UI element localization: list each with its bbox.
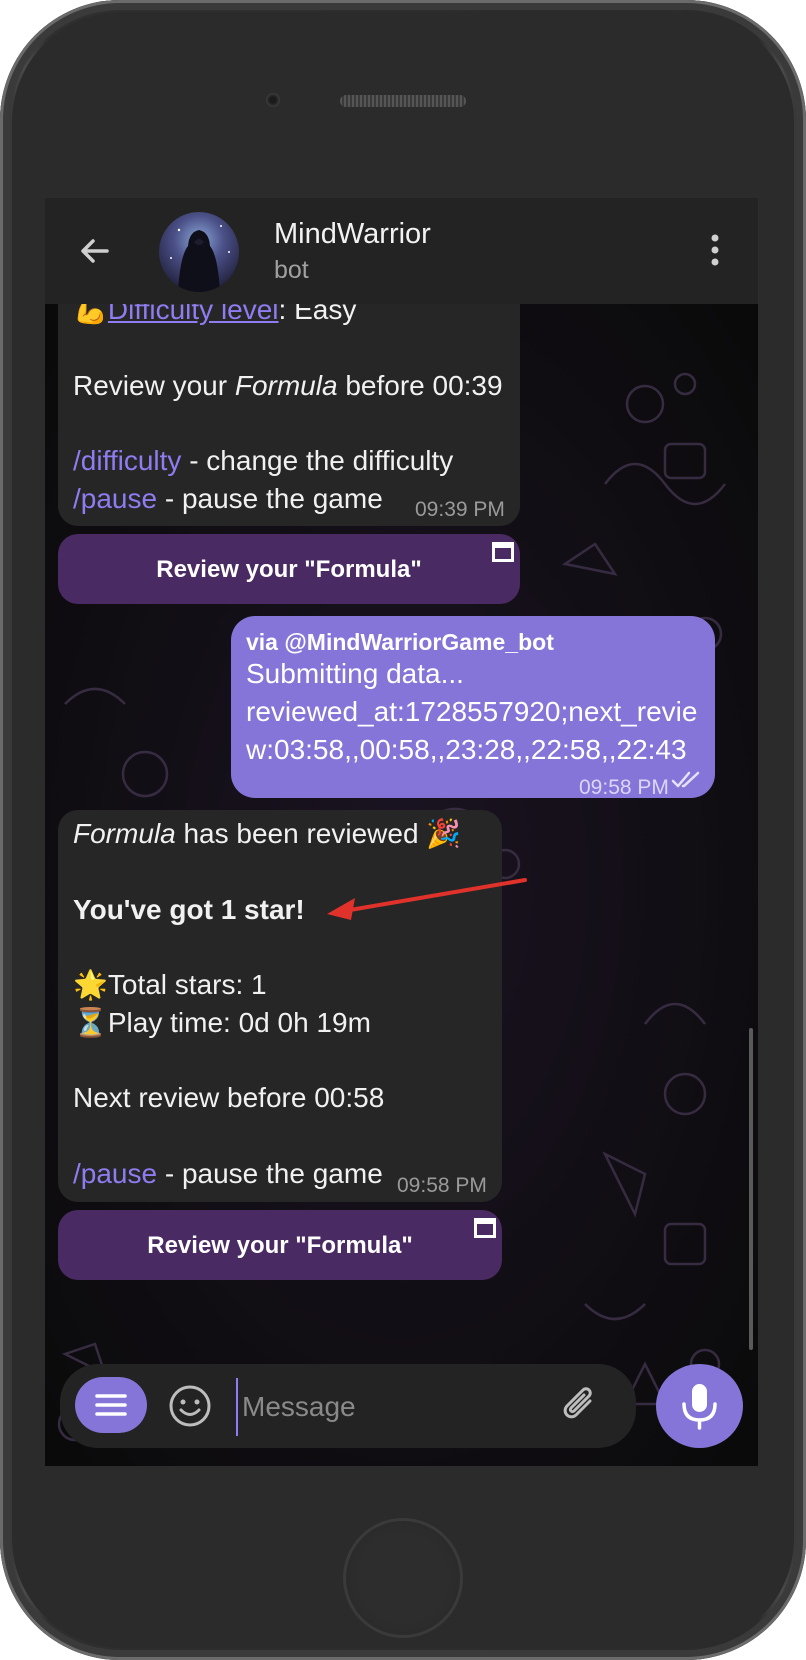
pause-command-line-2: /pause - pause the game xyxy=(73,1154,383,1194)
bot-menu-button[interactable] xyxy=(75,1377,147,1433)
formula-italic-2: Formula xyxy=(73,818,176,849)
back-arrow-icon[interactable] xyxy=(75,231,115,271)
open-webapp-icon xyxy=(492,542,514,562)
party-popper-emoji: 🎉 xyxy=(426,818,462,849)
review-formula-button-label-2: Review your "Formula" xyxy=(147,1232,413,1259)
review-suffix: before 00:39 xyxy=(337,370,503,401)
more-options-icon[interactable] xyxy=(695,230,735,270)
composer-bar xyxy=(60,1364,636,1448)
reviewed-text: has been reviewed xyxy=(175,818,427,849)
phone-frame: MindWarrior bot 💪Difficulty level: Easy … xyxy=(0,0,806,1660)
smiley-icon[interactable] xyxy=(168,1384,212,1428)
difficulty-command-link[interactable]: /difficulty xyxy=(73,445,181,476)
message-input[interactable] xyxy=(236,1378,544,1436)
total-stars-text: Total stars: 1 xyxy=(107,969,267,1000)
stars-heading: You've got 1 star! xyxy=(73,894,305,925)
play-time-line: ⏳Play time: 0d 0h 19m xyxy=(73,1003,371,1043)
front-camera xyxy=(266,93,280,107)
user-message-submitting-data: via @MindWarriorGame_bot Submitting data… xyxy=(231,616,715,799)
formula-italic: Formula xyxy=(234,370,338,401)
difficulty-command-desc: - change the difficulty xyxy=(181,445,454,476)
hourglass-emoji: ⏳ xyxy=(73,1007,108,1038)
home-button[interactable] xyxy=(343,1518,463,1638)
bot-message-reviewed: Formula has been reviewed 🎉 You've got 1… xyxy=(58,810,502,1202)
earpiece-speaker xyxy=(340,95,466,107)
difficulty-command-line: /difficulty - change the difficulty xyxy=(73,441,453,481)
review-prefix: Review your xyxy=(73,370,235,401)
review-deadline-line: Review your Formula before 00:39 xyxy=(73,366,503,406)
outgoing-time: 09:58 PM xyxy=(579,776,669,799)
hooded-warrior-avatar-image xyxy=(159,212,239,292)
total-stars-line: 🌟Total stars: 1 xyxy=(73,965,267,1005)
microphone-icon xyxy=(682,1384,717,1430)
pause-command-link-2[interactable]: /pause xyxy=(73,1158,157,1189)
pause-command-desc: - pause the game xyxy=(157,483,383,514)
pause-command-link[interactable]: /pause xyxy=(73,483,157,514)
reviewed-line: Formula has been reviewed 🎉 xyxy=(73,814,461,854)
message-time-2: 09:58 PM xyxy=(397,1174,487,1197)
outgoing-line-2: reviewed_at:1728557920;next_revie xyxy=(246,696,698,727)
paperclip-icon[interactable] xyxy=(560,1385,600,1427)
glowing-star-emoji: 🌟 xyxy=(73,969,108,1000)
message-time: 09:39 PM xyxy=(415,498,505,521)
review-formula-button-label: Review your "Formula" xyxy=(156,556,422,583)
outgoing-line-1: Submitting data... xyxy=(246,658,464,689)
outgoing-line-3: w:03:58,,00:58,,23:28,,22:58,,22:43 xyxy=(246,734,687,765)
bot-message-difficulty: 💪Difficulty level: Easy Review your Form… xyxy=(58,278,520,526)
chat-subtitle: bot xyxy=(274,256,309,284)
chat-header: MindWarrior bot xyxy=(45,198,758,304)
microphone-button[interactable] xyxy=(656,1364,743,1448)
chat-screen: MindWarrior bot 💪Difficulty level: Easy … xyxy=(45,198,758,1466)
review-formula-button[interactable]: Review your "Formula" xyxy=(58,534,520,604)
next-review-line: Next review before 00:58 xyxy=(73,1082,385,1113)
review-formula-button-2[interactable]: Review your "Formula" xyxy=(58,1210,502,1280)
chat-scrollbar[interactable] xyxy=(749,1028,753,1350)
double-check-icon xyxy=(671,771,700,788)
pause-command-line: /pause - pause the game xyxy=(73,479,383,519)
bot-avatar[interactable] xyxy=(159,212,239,292)
chat-title[interactable]: MindWarrior xyxy=(274,218,431,251)
pause-command-desc-2: - pause the game xyxy=(157,1158,383,1189)
play-time-text: Play time: 0d 0h 19m xyxy=(107,1007,371,1038)
menu-lines-icon xyxy=(95,1394,127,1416)
open-webapp-icon-2 xyxy=(474,1218,496,1238)
